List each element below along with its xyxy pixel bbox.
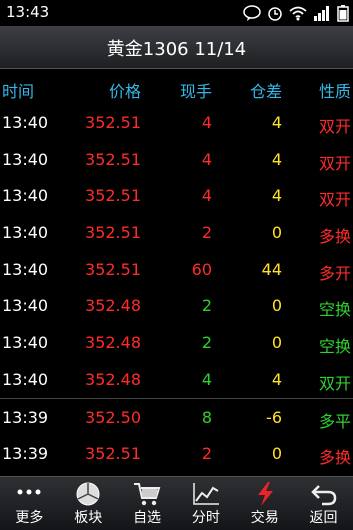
row-price: 352.51: [85, 444, 141, 464]
timeshare-label: 分时: [191, 510, 220, 526]
header-price: 价格: [108, 82, 141, 101]
row-price: 352.48: [85, 333, 141, 353]
chart-icon: [193, 483, 219, 505]
table-row[interactable]: 13:40 352.51 2 0 多换: [0, 214, 353, 251]
row-volume: 60: [191, 259, 212, 279]
row-price: 352.48: [85, 296, 141, 316]
sector-label: 板块: [74, 510, 103, 526]
row-price: 352.51: [85, 149, 141, 169]
row-time: 13:40: [2, 333, 49, 353]
row-volume: 4: [201, 369, 212, 389]
table-row[interactable]: 13:40 352.51 4 4 双开: [0, 141, 353, 178]
row-volume: 2: [201, 296, 212, 316]
more-button[interactable]: 更多: [0, 477, 59, 530]
message-icon: [243, 5, 261, 21]
row-oi: 4: [271, 149, 282, 169]
header-volume: 现手: [179, 82, 212, 101]
row-price: 352.48: [85, 369, 141, 389]
row-volume: 2: [201, 444, 212, 464]
signal-icon: [314, 6, 329, 21]
row-price: 352.51: [85, 223, 141, 243]
alarm-icon: [268, 7, 282, 21]
trade-label: 交易: [250, 510, 279, 526]
row-price: 352.50: [85, 407, 141, 427]
table-row[interactable]: 13:40 352.48 2 0 空换: [0, 324, 353, 361]
row-oi: 4: [271, 369, 282, 389]
row-nature: 多换: [318, 448, 351, 468]
row-nature: 多开: [318, 263, 351, 283]
row-volume: 2: [201, 333, 212, 353]
row-nature: 多换: [318, 227, 351, 247]
row-volume: 4: [201, 186, 212, 206]
bottom-toolbar: 更多 板块 自选 分时 交易 返回: [0, 476, 353, 530]
cart-icon: [134, 483, 161, 506]
row-oi: 4: [271, 186, 282, 206]
row-time: 13:40: [2, 186, 49, 206]
row-nature: 双开: [318, 153, 351, 173]
more-label: 更多: [15, 510, 44, 526]
row-nature: 双开: [318, 373, 351, 393]
back-icon: [310, 485, 336, 506]
row-nature: 双开: [318, 117, 351, 136]
header-nature: 性质: [318, 82, 351, 101]
row-time: 13:40: [2, 259, 49, 279]
row-oi: 44: [261, 259, 282, 279]
row-time: 13:39: [2, 444, 49, 464]
row-price: 352.51: [85, 259, 141, 279]
row-volume: 4: [201, 113, 212, 132]
row-nature: 空换: [318, 300, 351, 320]
table-row[interactable]: 13:39 352.50 8 -6 多平: [0, 397, 353, 436]
back-label: 返回: [309, 510, 338, 526]
table-row[interactable]: 13:40 352.51 4 4 双开: [0, 104, 353, 141]
row-volume: 8: [201, 407, 212, 427]
row-time: 13:40: [2, 149, 49, 169]
table-row[interactable]: 13:40 352.51 4 4 双开: [0, 177, 353, 214]
status-icons: [243, 4, 349, 22]
row-volume: 2: [201, 223, 212, 243]
tick-list[interactable]: 13:40 352.51 4 4 双开 13:40 352.51 4 4 双开 13:40 352.5…: [0, 104, 353, 472]
status-bar: 13:43: [0, 0, 353, 26]
more-icon: [17, 489, 41, 495]
row-time: 13:40: [2, 369, 49, 389]
back-button[interactable]: 返回: [294, 477, 353, 530]
row-time: 13:40: [2, 223, 49, 243]
wifi-icon: [289, 6, 307, 21]
page-title: 黄金1306 11/14: [106, 39, 247, 60]
row-oi: 0: [271, 296, 282, 316]
row-time: 13:39: [2, 407, 49, 427]
row-oi: 0: [271, 444, 282, 464]
sector-icon: [76, 482, 100, 506]
status-time: 13:43: [6, 3, 50, 21]
table-row[interactable]: 13:40 352.48 4 4 双开: [0, 361, 353, 398]
header-time: 时间: [2, 82, 35, 101]
trade-button[interactable]: 交易: [235, 477, 294, 530]
lightning-icon: [257, 482, 273, 506]
row-time: 13:40: [2, 113, 49, 132]
row-oi: 0: [271, 223, 282, 243]
row-oi: 0: [271, 333, 282, 353]
table-row[interactable]: 13:40 352.51 60 44 多开: [0, 251, 353, 288]
watchlist-label: 自选: [133, 510, 162, 526]
battery-icon: [337, 5, 349, 22]
row-price: 352.51: [85, 186, 141, 206]
row-nature: 空换: [318, 337, 351, 357]
row-nature: 多平: [318, 411, 351, 431]
row-time: 13:40: [2, 296, 49, 316]
title-bar: 黄金1306 11/14: [0, 26, 353, 69]
table-row[interactable]: 13:39 352.51 2 0 多换: [0, 435, 353, 472]
table-header: 时间 价格 现手 仓差 性质: [0, 70, 353, 106]
header-oi: 仓差: [249, 82, 282, 101]
row-oi: 4: [271, 113, 282, 132]
sector-button[interactable]: 板块: [59, 477, 118, 530]
table-row[interactable]: 13:40 352.48 2 0 空换: [0, 287, 353, 324]
row-price: 352.51: [85, 113, 141, 132]
watchlist-button[interactable]: 自选: [118, 477, 177, 530]
row-volume: 4: [201, 149, 212, 169]
row-oi: -6: [266, 407, 282, 427]
row-nature: 双开: [318, 190, 351, 210]
timeshare-button[interactable]: 分时: [176, 477, 235, 530]
